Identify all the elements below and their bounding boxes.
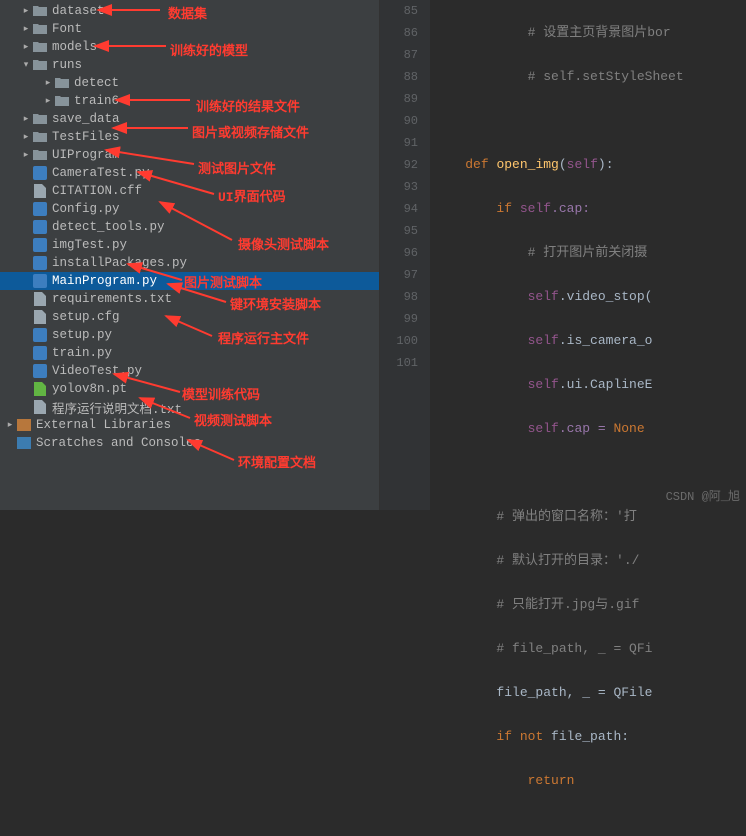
code-line: self.ui.CaplineE	[434, 374, 746, 396]
tree-file-setuppy[interactable]: setup.py	[0, 326, 379, 344]
tree-file-requirements[interactable]: requirements.txt	[0, 290, 379, 308]
code-line: # 只能打开.jpg与.gif	[434, 594, 746, 616]
code-area[interactable]: # 设置主页背景图片bor # self.setStyleSheet def o…	[430, 0, 746, 510]
tree-folder-runs[interactable]: ▾runs	[0, 56, 379, 74]
code-line: # 默认打开的目录：'./	[434, 550, 746, 572]
code-line: file_path, _ = QFile	[434, 682, 746, 704]
tree-file-readme[interactable]: 程序运行说明文档.txt	[0, 398, 379, 416]
project-tree[interactable]: ▸datasets ▸Font ▸models ▾runs ▸detect ▸t…	[0, 0, 380, 510]
code-editor[interactable]: 858687888990919293949596979899100101 # 设…	[380, 0, 746, 510]
tree-folder-uiprogram[interactable]: ▸UIProgram	[0, 146, 379, 164]
tree-file-cameratest[interactable]: CameraTest.py	[0, 164, 379, 182]
tree-file-imgtest[interactable]: imgTest.py	[0, 236, 379, 254]
line-gutter: 858687888990919293949596979899100101	[380, 0, 430, 510]
code-line: if self.cap:	[434, 198, 746, 220]
tree-folder-font[interactable]: ▸Font	[0, 20, 379, 38]
code-line: # 设置主页背景图片bor	[434, 22, 746, 44]
code-line: self.video_stop(	[434, 286, 746, 308]
tree-file-installpkg[interactable]: installPackages.py	[0, 254, 379, 272]
code-line: return	[434, 770, 746, 792]
tree-scratches[interactable]: Scratches and Consoles	[0, 434, 379, 452]
tree-folder-train6[interactable]: ▸train6	[0, 92, 379, 110]
tree-external-libraries[interactable]: ▸External Libraries	[0, 416, 379, 434]
code-line: if not file_path:	[434, 726, 746, 748]
tree-file-mainprogram[interactable]: MainProgram.py	[0, 272, 379, 290]
tree-file-config[interactable]: Config.py	[0, 200, 379, 218]
tree-file-yolov8n[interactable]: yolov8n.pt	[0, 380, 379, 398]
code-line: # file_path, _ = QFi	[434, 638, 746, 660]
code-line	[434, 462, 746, 484]
tree-file-citation[interactable]: CITATION.cff	[0, 182, 379, 200]
tree-file-detect-tools[interactable]: detect_tools.py	[0, 218, 379, 236]
tree-folder-datasets[interactable]: ▸datasets	[0, 2, 379, 20]
tree-file-videotest[interactable]: VideoTest.py	[0, 362, 379, 380]
tree-file-train[interactable]: train.py	[0, 344, 379, 362]
tree-folder-testfiles[interactable]: ▸TestFiles	[0, 128, 379, 146]
code-line: # self.setStyleSheet	[434, 66, 746, 88]
tree-folder-save-data[interactable]: ▸save_data	[0, 110, 379, 128]
code-line: # 弹出的窗口名称：'打	[434, 506, 746, 528]
code-line: self.cap = None	[434, 418, 746, 440]
code-line: # 打开图片前关闭摄	[434, 242, 746, 264]
watermark: CSDN @阿_旭	[666, 487, 740, 504]
tree-folder-detect[interactable]: ▸detect	[0, 74, 379, 92]
tree-file-setupcfg[interactable]: setup.cfg	[0, 308, 379, 326]
code-line: self.is_camera_o	[434, 330, 746, 352]
code-line	[434, 110, 746, 132]
tree-folder-models[interactable]: ▸models	[0, 38, 379, 56]
code-line: def open_img(self):	[434, 154, 746, 176]
